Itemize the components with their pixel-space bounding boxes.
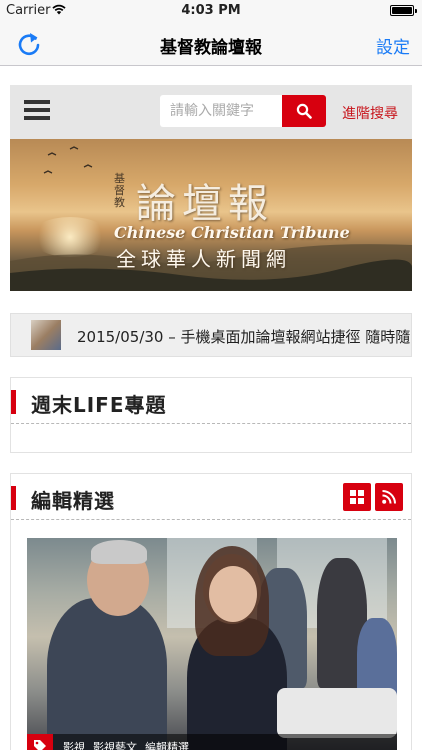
editors-pick-section: 編輯精選 影視 影視藝文 編輯精選 [10, 473, 412, 750]
banner-logo-small: 基督教 [114, 172, 125, 209]
section-title-editors-pick[interactable]: 編輯精選 [31, 485, 115, 514]
photo-table [277, 688, 397, 738]
advanced-search-link[interactable]: 進階搜尋 [342, 103, 398, 123]
grid-view-button[interactable] [343, 483, 371, 511]
search-button[interactable] [282, 95, 326, 127]
photo-person-man [47, 598, 167, 750]
status-bar: Carrier 4:03 PM [0, 0, 422, 22]
article-tag-strip: 影視 影視藝文 編輯精選 [27, 734, 397, 750]
tag-icon-box [27, 734, 53, 750]
featured-article-photo[interactable]: 影視 影視藝文 編輯精選 [27, 538, 397, 750]
section-header: 編輯精選 [11, 474, 411, 520]
section-accent-bar [11, 486, 16, 510]
rss-icon [382, 490, 396, 504]
photo-face-woman [209, 566, 257, 622]
section-accent-bar [11, 390, 16, 414]
banner-logo-main: 論壇報 [136, 181, 274, 227]
battery-fill [392, 7, 412, 14]
article-tag[interactable]: 編輯精選 [145, 739, 189, 750]
birds-icon [43, 146, 93, 174]
ticker-text[interactable]: 2015/05/30 – 手機桌面加論壇報網站捷徑 隨時隨 [77, 326, 410, 347]
search-input[interactable] [160, 95, 282, 127]
article-tag[interactable]: 影視 [63, 739, 85, 750]
site-banner[interactable]: 基督教 論壇報 Chinese Christian Tribune 全球華人新聞… [10, 139, 412, 291]
navigation-bar: 基督教論壇報 設定 [0, 22, 422, 66]
ticker-thumbnail [31, 320, 61, 350]
web-content: 進階搜尋 基督教 論壇報 Chinese Christian Tribune 全… [0, 67, 422, 750]
search-icon [296, 103, 312, 119]
weekend-life-section: 週末LIFE專題 [10, 377, 412, 453]
nav-title: 基督教論壇報 [160, 38, 262, 58]
settings-button[interactable]: 設定 [376, 33, 410, 58]
banner-logo-english: Chinese Christian Tribune [114, 223, 350, 242]
news-ticker[interactable]: 2015/05/30 – 手機桌面加論壇報網站捷徑 隨時隨 [10, 313, 412, 357]
site-header: 進階搜尋 [10, 85, 412, 139]
photo-hair-man [91, 540, 147, 564]
article-tag[interactable]: 影視藝文 [93, 739, 137, 750]
battery-icon [390, 5, 417, 16]
section-title-weekend[interactable]: 週末LIFE專題 [31, 389, 167, 418]
grid-icon [350, 490, 364, 504]
tag-icon [34, 740, 46, 750]
rss-button[interactable] [375, 483, 403, 511]
section-header: 週末LIFE專題 [11, 378, 411, 424]
hamburger-icon[interactable] [24, 100, 50, 120]
status-time: 4:03 PM [181, 3, 241, 18]
banner-logo-subtitle: 全球華人新聞網 [116, 247, 291, 271]
